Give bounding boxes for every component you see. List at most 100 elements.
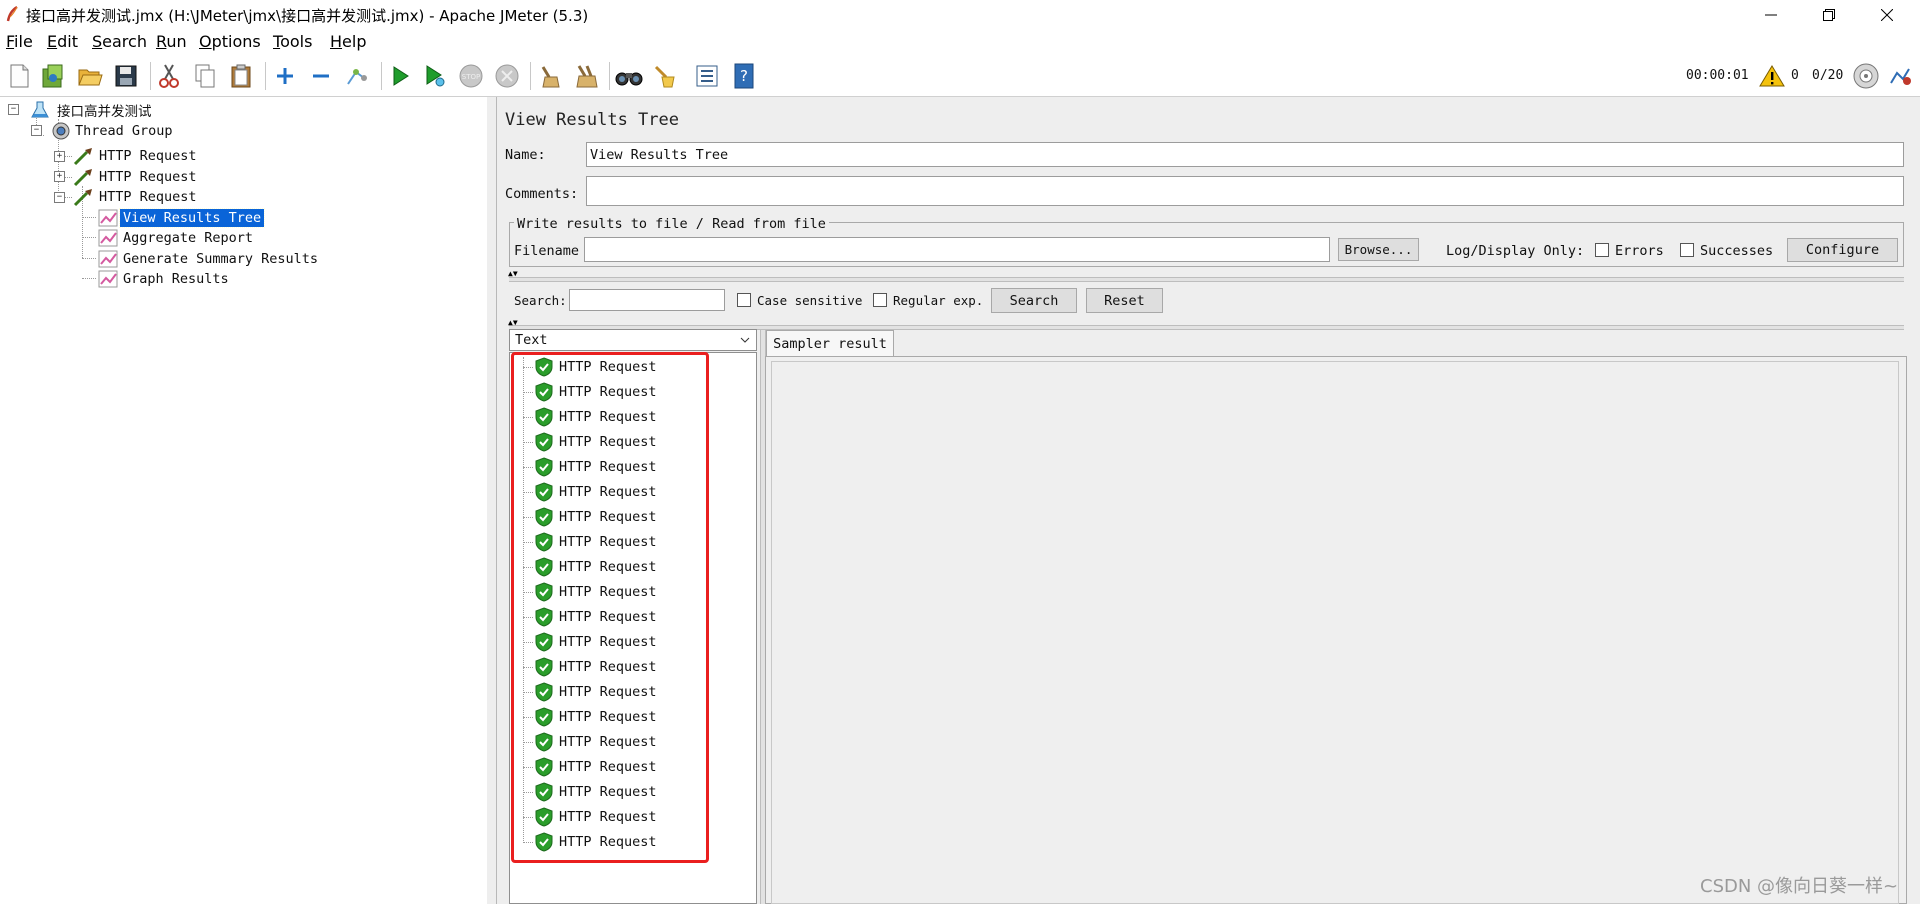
test-plan-flask-icon [31,101,49,118]
menu-tools[interactable]: Tools [273,32,312,51]
result-list-item[interactable]: HTTP Request [534,556,657,578]
successes-checkbox[interactable] [1680,243,1694,257]
menu-options[interactable]: Options [199,32,261,51]
menu-help[interactable]: Help [330,32,366,51]
collapse-icon [313,74,329,78]
tree-node-aggregate-report[interactable]: Aggregate Report [98,227,256,249]
start-button[interactable] [385,61,415,91]
function-helper-button[interactable] [692,61,722,91]
title-bar: 接口高并发测试.jmx (H:\JMeter\jmx\接口高并发测试.jmx) … [0,0,1920,30]
stop-button[interactable]: STOP [456,61,486,91]
renderer-select[interactable]: Text [509,329,757,351]
warning-indicator[interactable] [1757,61,1787,91]
cut-button[interactable] [154,61,184,91]
collapse-root-toggle[interactable]: − [8,104,19,115]
result-list-item[interactable]: HTTP Request [534,531,657,553]
result-list-label: HTTP Request [559,484,657,500]
tree-node-view-results-tree[interactable]: View Results Tree [98,207,266,229]
main-splitter[interactable] [487,97,497,904]
clear-button[interactable] [535,61,565,91]
splitter-arrows-icon[interactable]: ▲▼ [508,319,518,327]
new-button[interactable] [4,61,34,91]
restore-button[interactable] [1800,0,1858,30]
sample-results-tree: HTTP Request HTTP Request HTTP Request HTTP… [509,352,757,904]
browse-button[interactable]: Browse... [1338,238,1419,261]
remote-status-button[interactable] [1851,61,1881,91]
menu-file[interactable]: File [6,32,33,51]
result-tree-branch [523,817,533,818]
close-icon [1881,9,1893,21]
open-button[interactable] [75,61,105,91]
copy-button[interactable] [190,61,220,91]
expand-http-request-2-toggle[interactable]: + [54,171,65,182]
collapse-all-button[interactable] [306,61,336,91]
close-button[interactable] [1858,0,1916,30]
menu-edit[interactable]: Edit [47,32,78,51]
listener-graph-icon [98,270,118,288]
tree-node-graph-results[interactable]: Graph Results [98,268,232,290]
function-helper-icon [696,65,718,87]
result-list-item[interactable]: HTTP Request [534,456,657,478]
result-list-item[interactable]: HTTP Request [534,506,657,528]
result-list-item[interactable]: HTTP Request [534,431,657,453]
menu-run[interactable]: Run [156,32,187,51]
result-list-item[interactable]: HTTP Request [534,806,657,828]
help-button[interactable]: ? [729,61,759,91]
tree-node-generate-summary-results[interactable]: Generate Summary Results [98,248,321,270]
configure-button[interactable]: Configure [1787,238,1898,262]
tree-node-thread-group[interactable]: Thread Group [50,120,176,142]
result-list-item[interactable]: HTTP Request [534,581,657,603]
errors-checkbox[interactable] [1595,243,1609,257]
upper-splitter[interactable] [509,277,1904,282]
tree-node-http-request-1[interactable]: HTTP Request [72,145,200,167]
reset-button[interactable]: Reset [1086,288,1163,313]
filename-field[interactable] [584,237,1330,262]
clear-all-button[interactable] [571,61,601,91]
search-input[interactable] [569,289,725,311]
result-list-item[interactable]: HTTP Request [534,706,657,728]
menu-search[interactable]: Search [92,32,147,51]
result-list-item[interactable]: HTTP Request [534,781,657,803]
result-list-item[interactable]: HTTP Request [534,406,657,428]
case-sensitive-checkbox[interactable] [737,293,751,307]
splitter-arrows-icon[interactable]: ▲▼ [508,270,518,278]
regex-checkbox[interactable] [873,293,887,307]
tab-sampler-result[interactable]: Sampler result [766,330,894,356]
search-button[interactable] [614,61,644,91]
expand-http-request-1-toggle[interactable]: + [54,151,65,162]
help-icon: ? [734,63,754,89]
result-list-item[interactable]: HTTP Request [534,681,657,703]
comments-field[interactable] [586,176,1904,206]
result-list-item[interactable]: HTTP Request [534,756,657,778]
collapse-thread-group-toggle[interactable]: − [31,125,42,136]
result-list-label: HTTP Request [559,684,657,700]
tree-node-http-request-2[interactable]: HTTP Request [72,166,200,188]
result-list-item[interactable]: HTTP Request [534,656,657,678]
result-list-item[interactable]: HTTP Request [534,481,657,503]
active-threads: 0/20 [1812,68,1844,83]
result-list-item[interactable]: HTTP Request [534,831,657,853]
result-list-item[interactable]: HTTP Request [534,356,657,378]
result-list-item[interactable]: HTTP Request [534,606,657,628]
log-viewer-button[interactable] [1885,61,1915,91]
minimize-button[interactable] [1742,0,1800,30]
start-no-pauses-button[interactable] [420,61,450,91]
result-tree-branch [523,492,533,493]
shutdown-button[interactable] [492,61,522,91]
tree-node-http-request-3[interactable]: HTTP Request [72,186,200,208]
name-field[interactable]: View Results Tree [586,142,1904,167]
search-button[interactable]: Search [991,288,1077,313]
listener-graph-icon [98,250,118,268]
result-list-item[interactable]: HTTP Request [534,631,657,653]
result-list-item[interactable]: HTTP Request [534,731,657,753]
paste-button[interactable] [226,61,256,91]
templates-button[interactable] [38,61,68,91]
result-list-item[interactable]: HTTP Request [534,381,657,403]
sampler-pipette-icon [73,189,92,207]
save-button[interactable] [111,61,141,91]
toggle-button[interactable] [342,61,372,91]
tree-node-test-plan[interactable]: 接口高并发测试 [30,99,155,121]
collapse-http-request-3-toggle[interactable]: − [54,192,65,203]
reset-search-button[interactable] [650,61,680,91]
expand-all-button[interactable] [270,61,300,91]
